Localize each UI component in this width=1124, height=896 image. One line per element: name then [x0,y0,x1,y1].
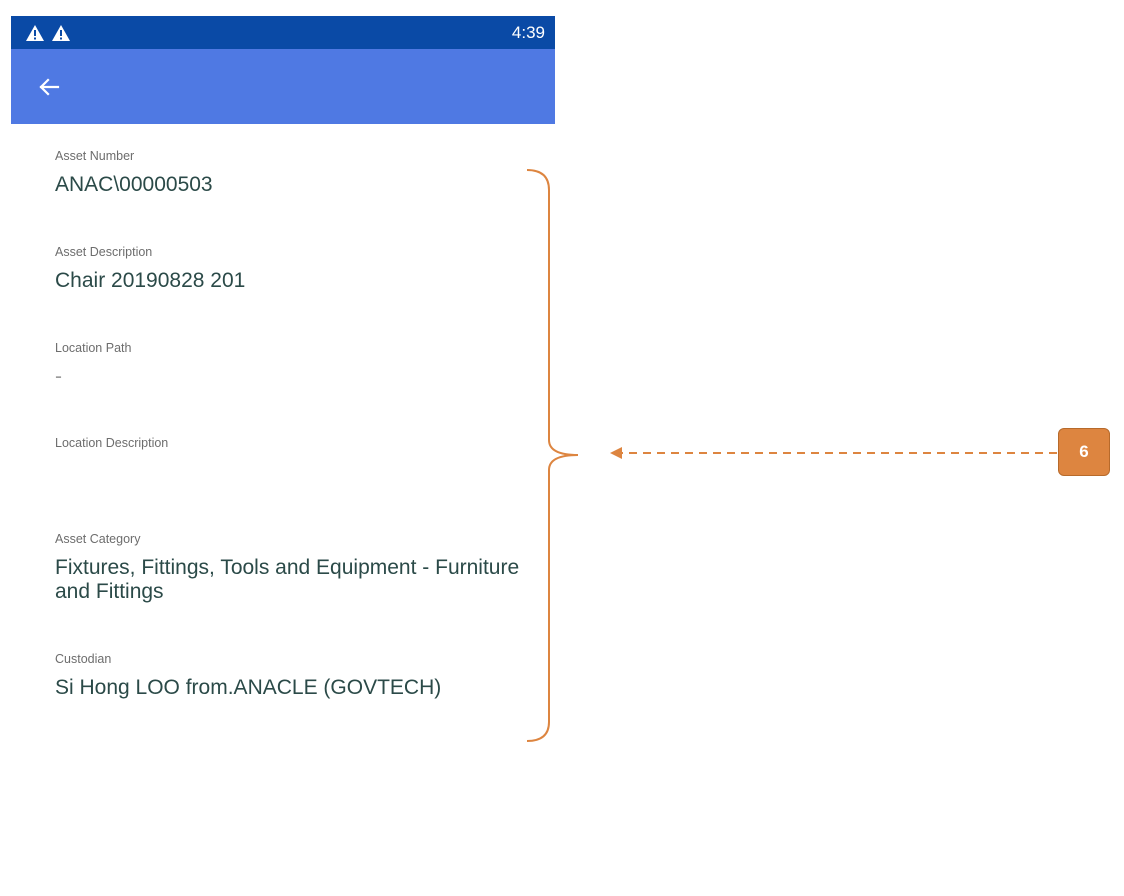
field-label: Custodian [55,652,112,666]
field-value: Si Hong LOO from.ANACLE (GOVTECH) [55,676,442,699]
field-location-description: Location Description [55,433,555,529]
back-button[interactable] [35,73,63,101]
warning-icon [26,24,44,41]
field-custodian: Custodian Si Hong LOO from.ANACLE (GOVTE… [55,649,555,729]
field-label: Location Description [55,436,169,450]
status-bar: 4:39 [11,16,555,49]
field-location-path: Location Path - [55,338,555,433]
field-value: ANAC\00000503 [55,173,213,196]
page: 4:39 Asset Number ANAC\00000503 Asset De… [0,0,1124,896]
field-value: - [55,365,62,388]
annotation-arrowhead [610,447,622,459]
annotation-badge: 6 [1058,428,1110,476]
status-time: 4:39 [511,22,545,42]
field-value: Chair 20190828 201 [55,269,246,292]
warning-icon [52,24,70,41]
field-asset-category: Asset Category Fixtures, Fittings, Tools… [55,529,525,649]
field-label: Location Path [55,341,132,355]
field-asset-number: Asset Number ANAC\00000503 [55,146,555,242]
field-label: Asset Description [55,245,153,259]
field-label: Asset Category [55,532,141,546]
field-value: Fixtures, Fittings, Tools and Equipment … [55,556,520,603]
app-bar [11,49,555,124]
field-asset-description: Asset Description Chair 20190828 201 [55,242,555,338]
asset-details: Asset Number ANAC\00000503 Asset Descrip… [11,124,555,729]
status-icons [25,24,71,42]
phone-screen: 4:39 Asset Number ANAC\00000503 Asset De… [11,16,555,756]
arrow-left-icon [39,77,60,96]
field-label: Asset Number [55,149,135,163]
